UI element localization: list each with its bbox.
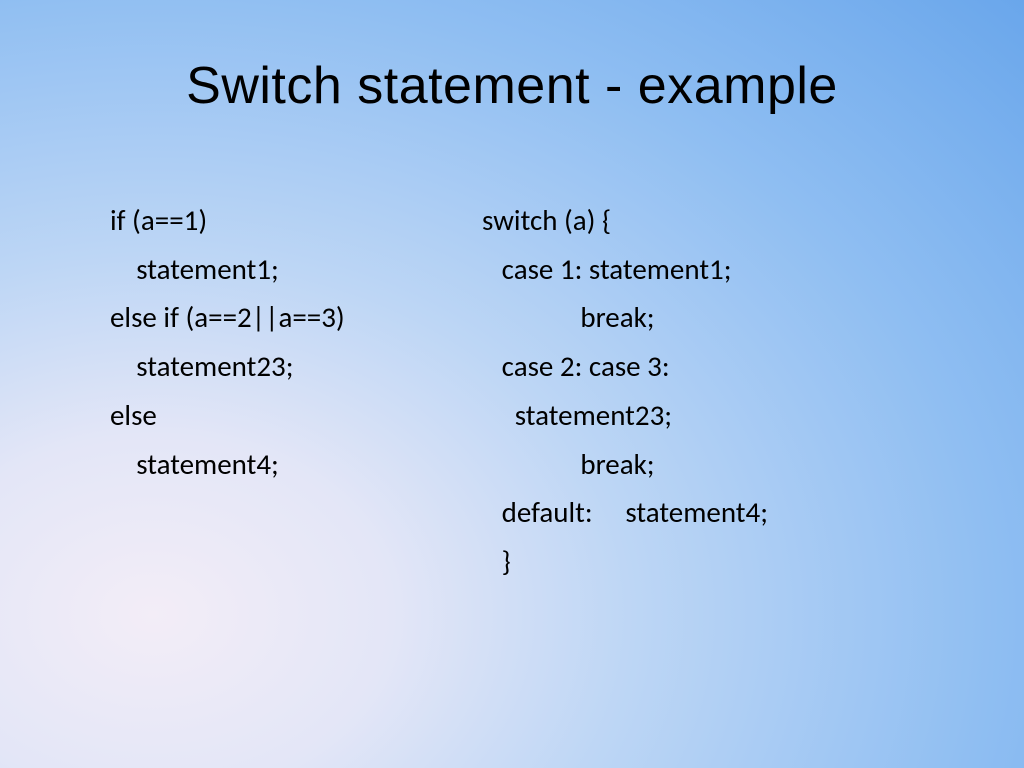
slide-title: Switch statement - example (0, 56, 1024, 116)
content-columns: if (a==1) statement1; else if (a==2||a==… (0, 196, 1024, 586)
if-else-code-block: if (a==1) statement1; else if (a==2||a==… (110, 196, 470, 586)
slide: Switch statement - example if (a==1) sta… (0, 0, 1024, 768)
switch-code-block: switch (a) { case 1: statement1; break; … (482, 196, 982, 586)
